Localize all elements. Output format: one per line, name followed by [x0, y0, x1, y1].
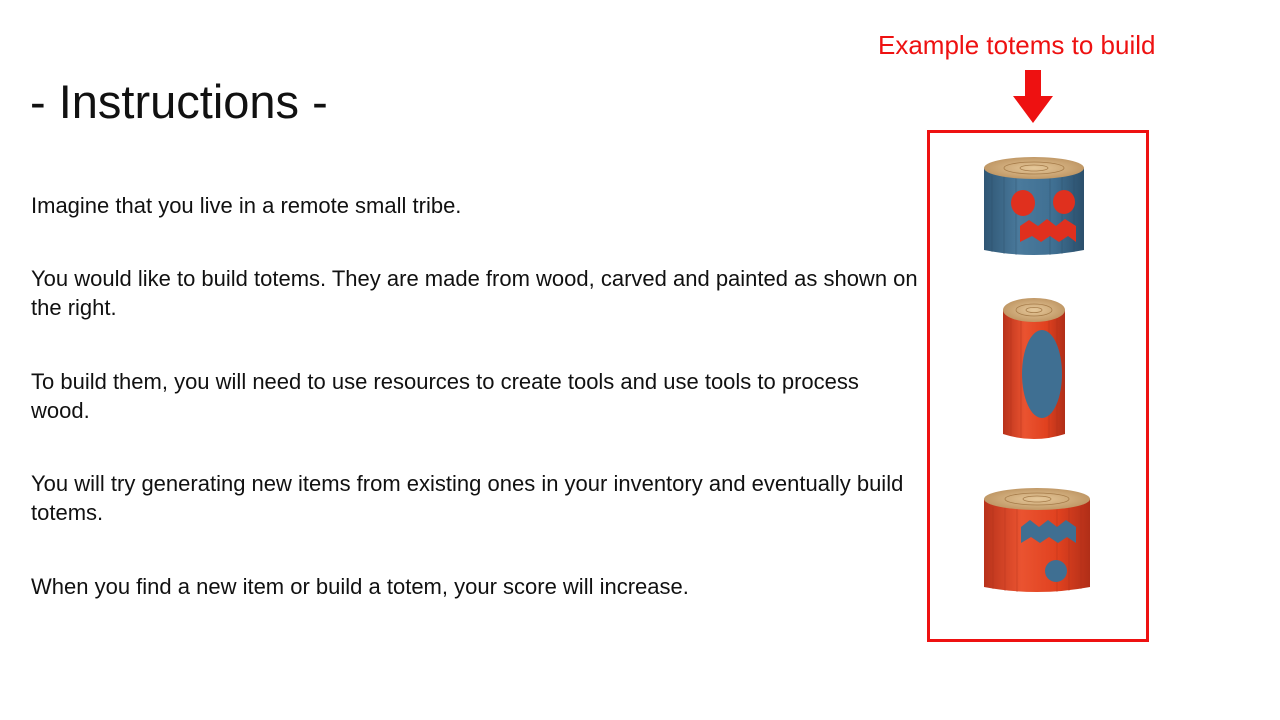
instruction-paragraph-1: Imagine that you live in a remote small … [31, 193, 462, 218]
instruction-paragraph-3: To build them, you will need to use reso… [31, 369, 859, 423]
red-tall-totem-with-oval-carving-icon [1003, 298, 1065, 439]
red-totem-with-zigzag-and-round-hole-icon [984, 488, 1090, 592]
page-title: - Instructions - [30, 75, 328, 128]
slide: - Instructions - Imagine that you live i… [0, 0, 1280, 720]
blue-totem-with-round-eyes-and-zigzag-mouth-icon [984, 157, 1084, 255]
instruction-paragraph-5: When you find a new item or build a tote… [31, 574, 689, 599]
instruction-paragraph-4: You will try generating new items from e… [31, 471, 904, 525]
down-arrow-icon [1013, 70, 1053, 123]
instruction-paragraph-2: You would like to build totems. They are… [31, 266, 918, 320]
example-totems-label: Example totems to build [878, 30, 1156, 60]
